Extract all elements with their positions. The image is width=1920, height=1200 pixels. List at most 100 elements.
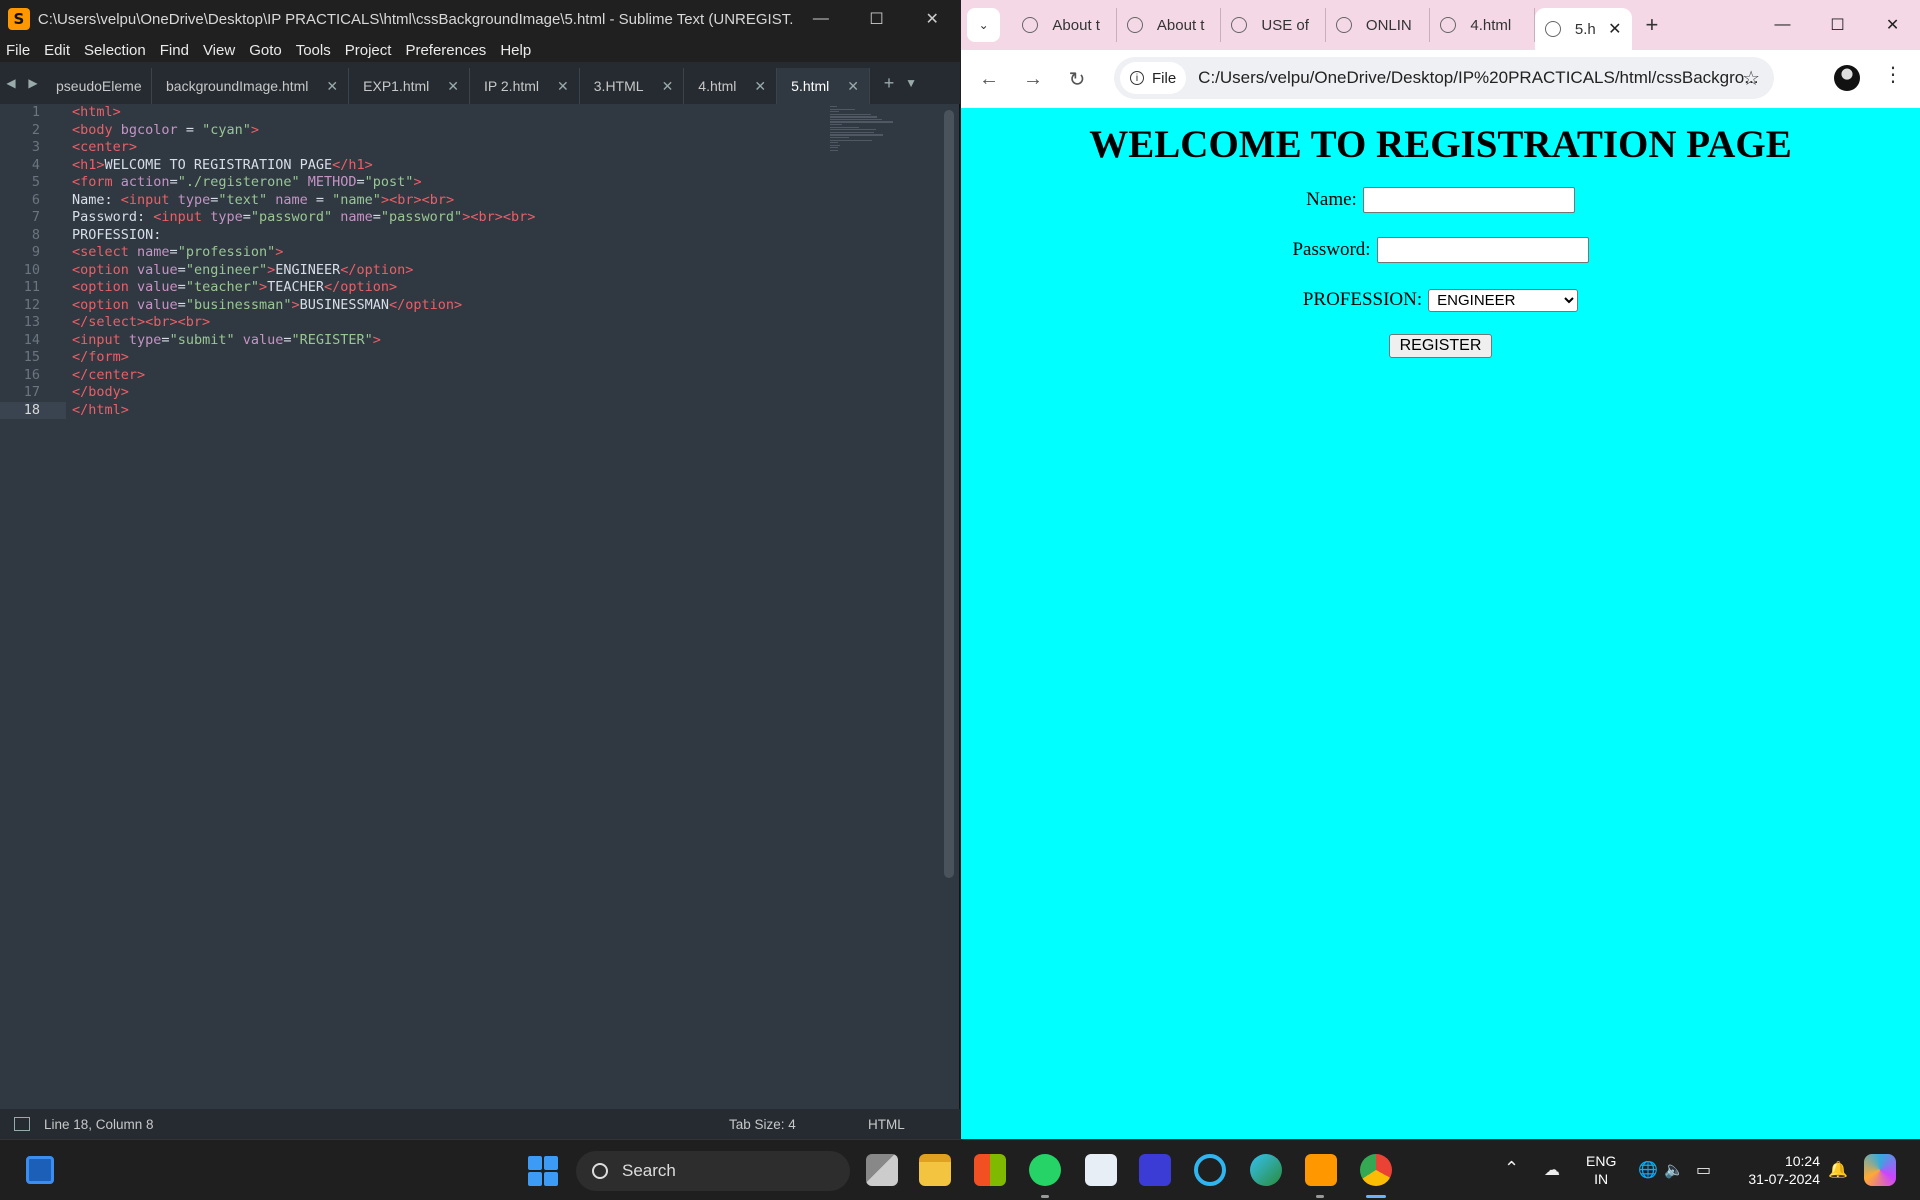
maximize-icon[interactable]: ☐ (1810, 15, 1865, 35)
tab-close-icon[interactable]: ✕ (447, 78, 459, 95)
cortana-icon[interactable] (1194, 1154, 1226, 1186)
maximize-icon[interactable]: ☐ (849, 0, 905, 38)
notification-bell-icon[interactable]: 🔔 (1828, 1160, 1848, 1180)
task-view-icon[interactable] (866, 1154, 898, 1186)
code-line[interactable]: 5 <form action="./registerone" METHOD="po… (0, 174, 944, 192)
taskbar-search[interactable]: Search (576, 1151, 850, 1191)
reload-icon[interactable]: ↻ (1055, 67, 1099, 92)
code-line[interactable]: 14 <input type="submit" value="REGISTER"> (0, 332, 944, 350)
new-tab-icon[interactable]: + (878, 62, 900, 104)
code-line[interactable]: 18 </html> (0, 401, 944, 419)
menu-goto[interactable]: Goto (249, 42, 282, 59)
tab-size[interactable]: Tab Size: 4 (729, 1117, 796, 1132)
tab-4html[interactable]: 4.html ✕ (684, 68, 778, 104)
code-line[interactable]: 13 </select><br><br> (0, 314, 944, 332)
code-line[interactable]: 16 </center> (0, 367, 944, 385)
chrome-taskbar-icon[interactable] (1360, 1154, 1392, 1186)
code-line[interactable]: 9 <select name="profession"> (0, 244, 944, 262)
close-icon[interactable]: ✕ (1865, 15, 1920, 35)
tab-pseudoelements[interactable]: pseudoElements.htm (44, 68, 152, 104)
cursor-position[interactable]: Line 18, Column 8 (44, 1117, 154, 1132)
menu-help[interactable]: Help (500, 42, 531, 59)
code-line[interactable]: 3 <center> (0, 139, 944, 157)
network-icon[interactable]: 🌐 (1638, 1160, 1658, 1180)
chrome-tab[interactable]: About t (1117, 8, 1222, 42)
widgets-icon[interactable] (26, 1156, 54, 1184)
edge-icon[interactable] (1250, 1154, 1282, 1186)
volume-icon[interactable]: 🔈 (1664, 1160, 1684, 1180)
site-info-chip[interactable]: i File (1120, 62, 1187, 94)
tab-ip2[interactable]: IP 2.html ✕ (470, 68, 580, 104)
copilot-icon[interactable] (1864, 1154, 1896, 1186)
tab-list-icon[interactable]: ▼ (900, 62, 922, 104)
start-button[interactable] (528, 1156, 558, 1186)
tab-close-icon[interactable]: ✕ (557, 78, 569, 95)
chrome-tab[interactable]: About t (1012, 8, 1117, 42)
code-line[interactable]: 17 </body> (0, 384, 944, 402)
kebab-menu-icon[interactable]: ⋮ (1883, 62, 1903, 87)
menu-tools[interactable]: Tools (296, 42, 331, 59)
tab-close-icon[interactable]: ✕ (662, 78, 674, 95)
tab-5html[interactable]: 5.html ✕ (777, 68, 871, 104)
forward-icon[interactable]: → (1011, 68, 1055, 91)
code-line[interactable]: 12 <option value="businessman">BUSINESSMA… (0, 297, 944, 315)
battery-icon[interactable]: ▭ (1696, 1160, 1711, 1180)
menu-edit[interactable]: Edit (44, 42, 70, 59)
register-button[interactable]: REGISTER (1388, 334, 1493, 358)
tab-close-icon[interactable]: ✕ (326, 78, 338, 95)
password-input[interactable] (1376, 237, 1589, 263)
new-tab-button[interactable]: + (1646, 12, 1675, 38)
code-line[interactable]: 1 <html> (0, 104, 944, 122)
chrome-tab[interactable]: ONLIN (1326, 8, 1431, 42)
chrome-tab[interactable]: 4.html (1430, 8, 1535, 42)
code-line[interactable]: 7 Password: <input type="password" name="… (0, 209, 944, 227)
language-indicator[interactable]: ENG IN (1586, 1152, 1616, 1188)
syntax-selector[interactable]: HTML (868, 1117, 905, 1132)
back-icon[interactable]: ← (967, 68, 1011, 91)
tab-close-icon[interactable]: ✕ (847, 78, 859, 95)
url-text[interactable]: C:/Users/velpu/OneDrive/Desktop/IP%20PRA… (1198, 68, 1758, 88)
code-line[interactable]: 6 Name: <input type="text" name = "name">… (0, 192, 944, 210)
sublime-taskbar-icon[interactable] (1305, 1154, 1337, 1186)
minimize-icon[interactable]: — (1755, 16, 1810, 34)
tab-close-icon[interactable]: ✕ (754, 78, 766, 95)
bookmark-star-icon[interactable]: ☆ (1742, 66, 1760, 91)
profile-avatar[interactable] (1834, 65, 1860, 91)
minimap[interactable] (830, 106, 900, 156)
chevron-up-icon[interactable]: ⌃ (1504, 1158, 1519, 1179)
menu-preferences[interactable]: Preferences (405, 42, 486, 59)
panel-toggle-icon[interactable] (14, 1117, 30, 1131)
address-bar[interactable]: i File C:/Users/velpu/OneDrive/Desktop/I… (1114, 57, 1774, 99)
code-line[interactable]: 15 </form> (0, 349, 944, 367)
code-line[interactable]: 10 <option value="engineer">ENGINEER</opt… (0, 262, 944, 280)
tab-search-icon[interactable]: ⌄ (967, 8, 1001, 42)
menu-view[interactable]: View (203, 42, 235, 59)
close-icon[interactable]: ✕ (904, 0, 960, 38)
code-line[interactable]: 11 <option value="teacher">TEACHER</optio… (0, 279, 944, 297)
chrome-tab[interactable]: USE of (1221, 8, 1326, 42)
minimize-icon[interactable]: — (793, 0, 849, 38)
profession-select[interactable]: ENGINEER (1428, 288, 1579, 312)
code-line[interactable]: 8 PROFESSION: (0, 227, 944, 245)
onedrive-icon[interactable]: ☁ (1544, 1160, 1560, 1180)
visual-studio-icon[interactable] (1139, 1154, 1171, 1186)
tab-backgroundimage[interactable]: backgroundImage.html ✕ (152, 68, 350, 104)
notepad-icon[interactable] (1085, 1154, 1117, 1186)
code-line[interactable]: 2 <body bgcolor = "cyan"> (0, 122, 944, 140)
chrome-tab-active[interactable]: 5.h ✕ (1534, 8, 1632, 50)
code-line[interactable]: 4 <h1>WELCOME TO REGISTRATION PAGE</h1> (0, 157, 944, 175)
code-editor[interactable]: 1 <html> 2 <body bgcolor = "cyan"> 3 <center>… (0, 104, 944, 1109)
tab-scroll-left-icon[interactable]: ◀ (0, 62, 22, 104)
tab-exp1[interactable]: EXP1.html ✕ (349, 68, 471, 104)
menu-find[interactable]: Find (160, 42, 189, 59)
clock[interactable]: 10:24 31-07-2024 (1738, 1152, 1820, 1188)
microsoft-store-icon[interactable] (974, 1154, 1006, 1186)
tab-scroll-right-icon[interactable]: ▶ (22, 62, 44, 104)
tab-close-icon[interactable]: ✕ (1608, 19, 1621, 39)
menu-project[interactable]: Project (345, 42, 392, 59)
file-explorer-icon[interactable] (919, 1154, 951, 1186)
menu-file[interactable]: File (6, 42, 30, 59)
editor-scrollbar[interactable] (944, 110, 954, 878)
menu-selection[interactable]: Selection (84, 42, 146, 59)
tab-3html[interactable]: 3.HTML ✕ (580, 68, 685, 104)
